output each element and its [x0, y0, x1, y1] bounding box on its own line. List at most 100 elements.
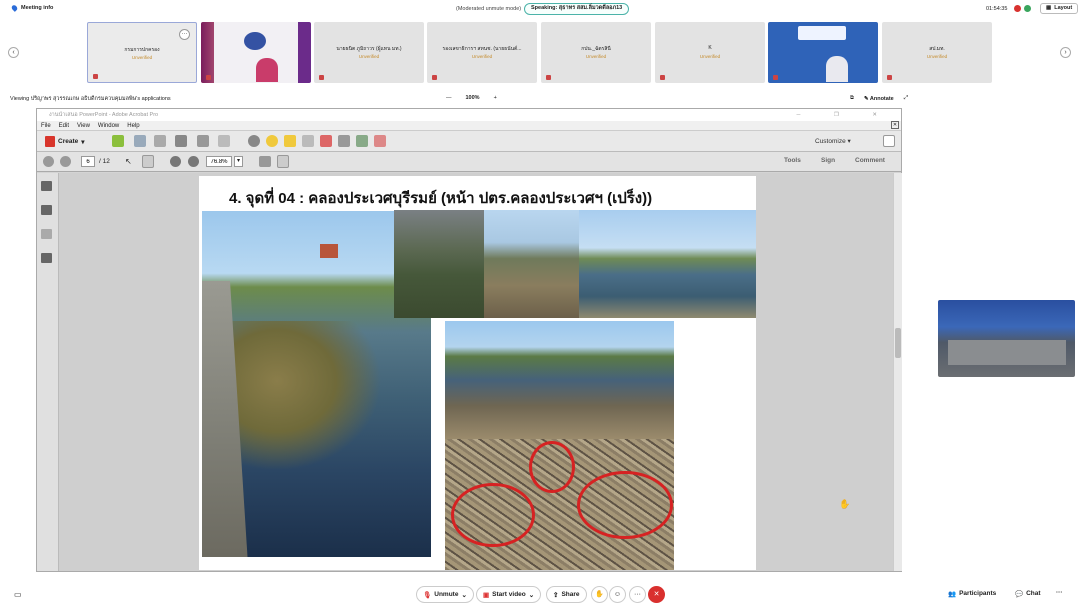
edit-icon[interactable]	[197, 135, 209, 147]
participant-name: สป.มท.	[929, 46, 945, 52]
chat-button[interactable]: 💬 Chat	[1015, 590, 1041, 598]
open-icon[interactable]	[112, 135, 124, 147]
zoom-out-button[interactable]: —	[446, 95, 452, 101]
menu-window[interactable]: Window	[98, 121, 119, 130]
participant-status: Unverified	[471, 54, 493, 59]
raise-hand-icon[interactable]: ✋	[591, 586, 608, 603]
participant-tile[interactable]: กปน._ฉัตรสินี Unverified	[541, 22, 651, 83]
sign-tab[interactable]: Sign	[821, 157, 835, 164]
zoom-in-icon[interactable]	[188, 156, 199, 167]
participant-name: K	[708, 45, 712, 51]
zoom-dropdown-icon[interactable]: ▾	[234, 156, 243, 167]
comment-icon[interactable]	[266, 135, 278, 147]
menu-file[interactable]: File	[41, 121, 51, 130]
hand-cursor-icon: ✋	[839, 499, 851, 509]
chevron-down-icon: ▾	[81, 138, 85, 146]
zoom-in-button[interactable]: +	[494, 95, 497, 101]
moderated-mode-label: (Moderated unmute mode)	[456, 6, 522, 12]
more-options-icon[interactable]: ···	[179, 29, 190, 40]
more-options-icon[interactable]: ···	[629, 586, 646, 603]
share-icon: ⇪	[553, 591, 559, 599]
layout-button[interactable]: ▦ Layout	[1040, 3, 1079, 14]
logo-icon	[244, 32, 266, 50]
scrollbar-thumb[interactable]	[895, 328, 901, 358]
pdf-page: 4. จุดที่ 04 : คลองประเวศบุรีรมย์ (หน้า …	[199, 176, 850, 570]
shield-icon[interactable]	[1024, 5, 1031, 12]
print-icon[interactable]	[175, 135, 187, 147]
signatures-icon[interactable]	[41, 253, 52, 263]
window-controls[interactable]: ─ ❐ ✕	[797, 109, 894, 121]
start-video-label: Start video	[492, 591, 526, 598]
gallery-next-button[interactable]: ›	[1060, 47, 1071, 58]
start-video-button[interactable]: ▣ Start video ⌄	[476, 586, 542, 603]
chat-label: Chat	[1026, 590, 1041, 597]
sign-icon[interactable]	[374, 135, 386, 147]
expand-icon[interactable]	[883, 135, 895, 147]
sluice-gate-photo	[445, 321, 674, 439]
previous-page-icon[interactable]	[43, 156, 54, 167]
meeting-room-video[interactable]	[938, 300, 1075, 377]
participant-tile[interactable]: นายธนิต ภูมิถาวร (ผู้แทน มท.) Unverified	[314, 22, 424, 83]
zoom-out-icon[interactable]	[170, 156, 181, 167]
bookmarks-icon[interactable]	[41, 205, 52, 215]
cloud-icon[interactable]	[154, 135, 166, 147]
comment-tab[interactable]: Comment	[855, 157, 885, 164]
participant-video-tile[interactable]	[201, 22, 311, 83]
vertical-scrollbar[interactable]	[893, 173, 902, 571]
participant-video-tile[interactable]	[768, 22, 878, 83]
unmute-button[interactable]: 🎙 Unmute ⌄	[416, 586, 474, 603]
page-number-input[interactable]	[81, 156, 95, 167]
save-icon[interactable]	[134, 135, 146, 147]
hand-tool-icon[interactable]	[142, 155, 154, 168]
form-icon[interactable]	[338, 135, 350, 147]
participants-button[interactable]: 👥 Participants	[948, 590, 996, 598]
next-page-icon[interactable]	[60, 156, 71, 167]
mic-off-icon: 🎙	[423, 591, 432, 599]
highlight-icon[interactable]	[284, 135, 296, 147]
redact-icon[interactable]	[320, 135, 332, 147]
popout-icon[interactable]: ⧉	[850, 95, 854, 102]
meeting-info-button[interactable]: Meeting info	[10, 4, 53, 12]
menu-edit[interactable]: Edit	[59, 121, 69, 130]
stamp-icon[interactable]	[302, 135, 314, 147]
reactions-icon[interactable]: ☺	[609, 586, 626, 603]
chat-icon: 💬	[1015, 591, 1024, 598]
close-doc-icon[interactable]: ✕	[891, 121, 899, 129]
recording-icon[interactable]	[1014, 5, 1021, 12]
participant-name: นายธนิต ภูมิถาวร (ผู้แทน มท.)	[336, 46, 402, 52]
menu-view[interactable]: View	[77, 121, 90, 130]
captions-icon[interactable]: ▭	[14, 590, 22, 599]
share-button[interactable]: ⇪ Share	[546, 586, 587, 603]
participant-tile[interactable]: K Unverified	[655, 22, 765, 83]
slide-title: 4. จุดที่ 04 : คลองประเวศบุรีรมย์ (หน้า …	[229, 190, 653, 207]
document-area[interactable]: 4. จุดที่ 04 : คลองประเวศบุรีรมย์ (หน้า …	[59, 173, 893, 571]
participant-name: กรมการปกครอง	[124, 47, 160, 53]
annotate-button[interactable]: ✎ Annotate	[864, 96, 894, 102]
fit-page-icon[interactable]	[259, 156, 271, 167]
speaking-indicator: Speaking: สุธาทร สสม.ลิ่มวดดีลอภ13	[524, 3, 630, 15]
zoom-level-input[interactable]	[206, 156, 232, 167]
participant-tile[interactable]: สป.มท. Unverified	[882, 22, 992, 83]
bottom-bar: ▭ 🎙 Unmute ⌄ ▣ Start video ⌄ ⇪ Share ✋ ☺…	[0, 584, 1080, 608]
tools-tab[interactable]: Tools	[784, 157, 801, 164]
menu-help[interactable]: Help	[127, 121, 139, 130]
more-menu-icon[interactable]: ···	[1056, 589, 1063, 596]
floating-weeds	[232, 321, 382, 471]
fullscreen-icon[interactable]: ⤢	[904, 95, 908, 102]
participant-tile[interactable]: รองเลขาธิการฯ สทนช. (นายธนันต์... Unveri…	[427, 22, 537, 83]
customize-button[interactable]: Customize ▾	[815, 137, 851, 145]
export-icon[interactable]	[356, 135, 368, 147]
bridge-photo-1	[394, 210, 484, 318]
page-thumbnails-icon[interactable]	[41, 181, 52, 191]
attachments-icon[interactable]	[41, 229, 52, 239]
settings-icon[interactable]	[248, 135, 260, 147]
email-icon[interactable]	[218, 135, 230, 147]
bridge-photo-3	[579, 210, 756, 318]
create-button[interactable]: Create ▾	[45, 135, 85, 148]
participant-tile[interactable]: ··· กรมการปกครอง Unverified	[87, 22, 197, 83]
highlight-circle	[451, 483, 535, 547]
fit-width-icon[interactable]	[277, 155, 289, 168]
select-cursor-icon[interactable]: ↖	[125, 156, 135, 167]
leave-meeting-button[interactable]: ✕	[648, 586, 665, 603]
gallery-prev-button[interactable]: ‹	[8, 47, 19, 58]
